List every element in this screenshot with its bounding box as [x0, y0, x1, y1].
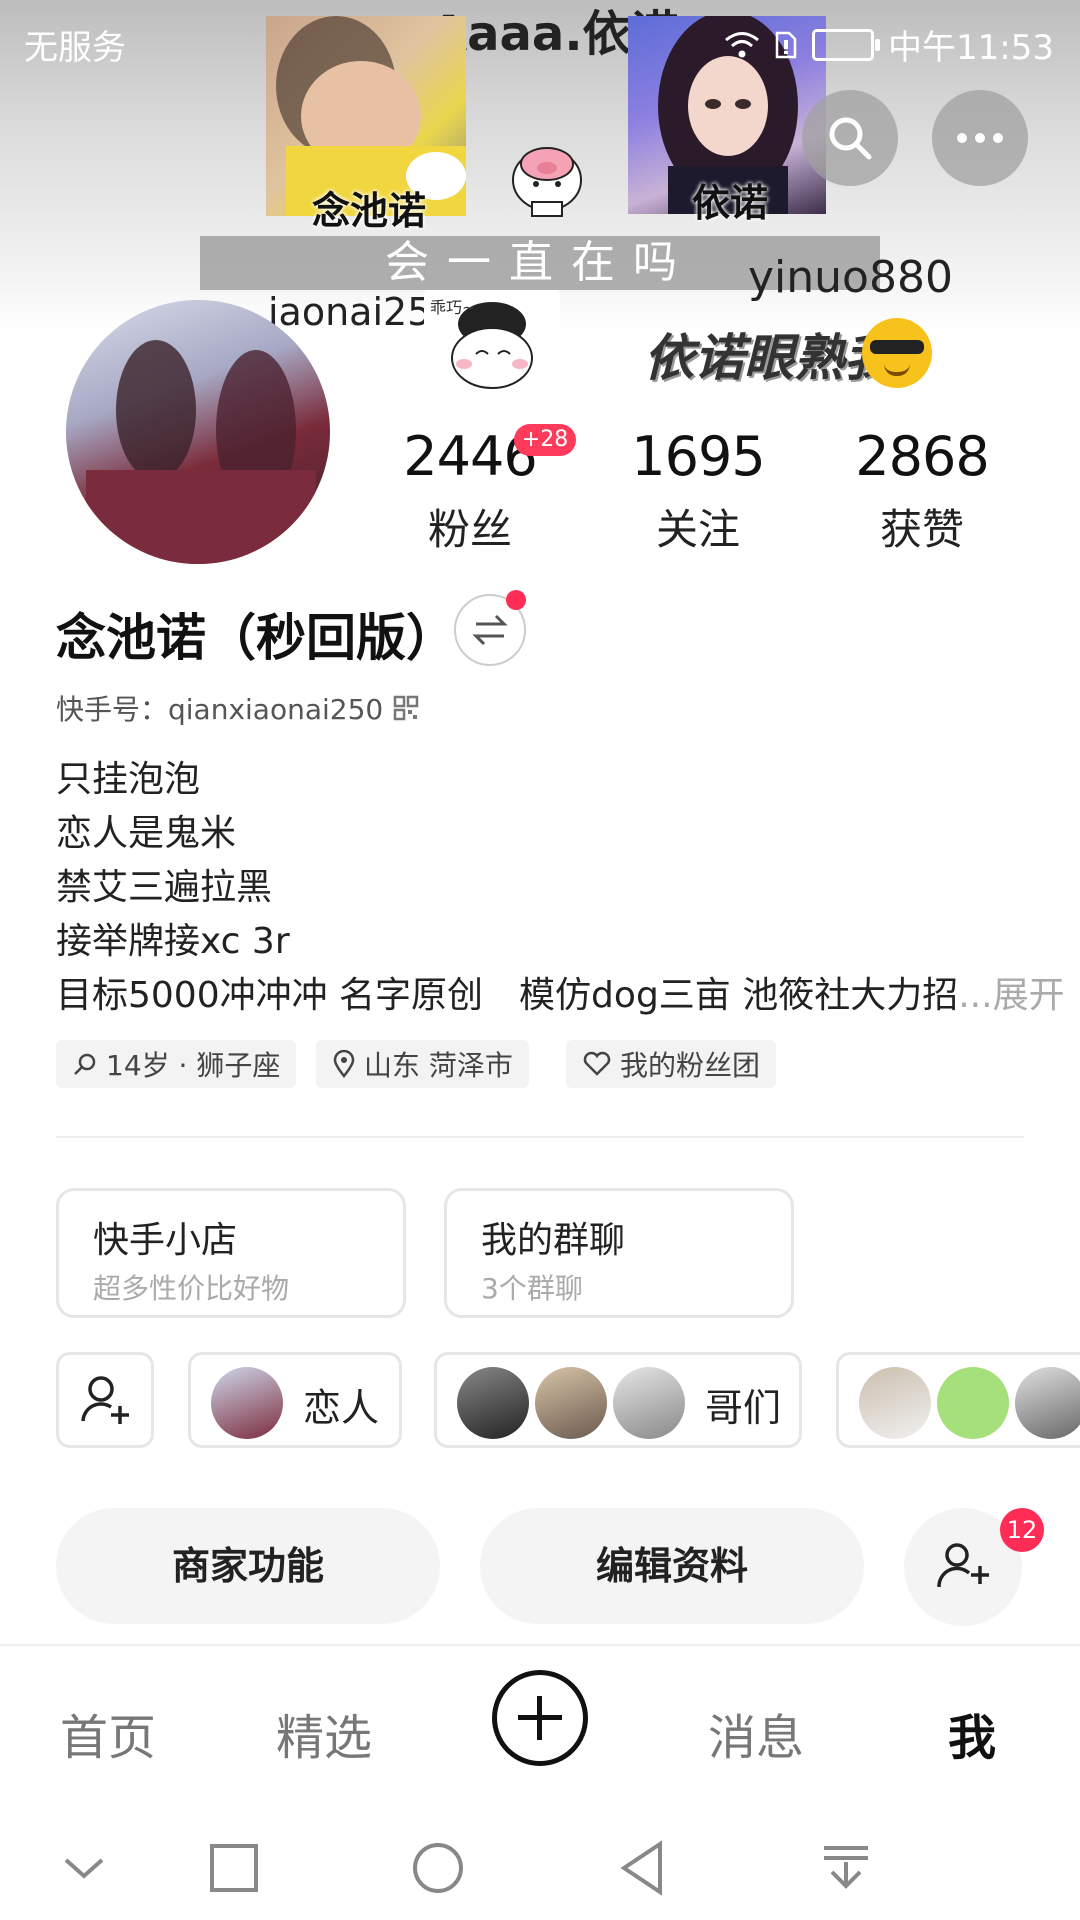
- relation-chip-lover[interactable]: 恋人: [188, 1352, 402, 1448]
- relation-chip-label: 恋人: [303, 1386, 380, 1430]
- avatar: [457, 1367, 529, 1439]
- banner-handle-text: yinuo880: [748, 252, 953, 303]
- bio-line: 接举牌接xc 3r: [56, 921, 290, 962]
- more-dots-icon: [957, 133, 1003, 143]
- tab-messages[interactable]: 消息: [708, 1698, 804, 1768]
- qr-code-icon[interactable]: [393, 695, 419, 721]
- bio-line-last: 目标5000冲冲冲 名字原创 模仿dog三亩 池筱社大力招...展开: [56, 966, 1065, 1018]
- clock-text: 中午11:53: [888, 28, 1054, 68]
- sticker-text: 乖巧~: [430, 298, 476, 317]
- group-chat-card[interactable]: 我的群聊 3个群聊: [444, 1188, 794, 1318]
- stat-following[interactable]: 1695 关注: [618, 425, 778, 557]
- kuaishou-id-text: 快手号：qianxiaonai250: [56, 693, 384, 726]
- following-label: 关注: [655, 505, 740, 554]
- carrier-text: 无服务: [24, 28, 126, 68]
- avatar: [613, 1367, 685, 1439]
- avatar-photo: [86, 340, 316, 564]
- bio-line: 禁艾三遍拉黑: [56, 867, 273, 908]
- recent-apps-icon[interactable]: [194, 1828, 274, 1908]
- banner-left-caption: 念池诺: [312, 189, 427, 233]
- gender-icon: [74, 1053, 96, 1075]
- bio-expand-link[interactable]: ...展开: [958, 975, 1064, 1016]
- relation-chip-buddies[interactable]: 哥们: [434, 1352, 802, 1448]
- tab-featured[interactable]: 精选: [276, 1698, 372, 1768]
- heart-icon: [583, 1051, 611, 1076]
- relation-chip-label: 哥们: [705, 1386, 782, 1430]
- stat-likes[interactable]: 2868 获赞: [842, 425, 1002, 557]
- kuaishou-id-row[interactable]: 快手号：qianxiaonai250: [56, 688, 419, 728]
- avatar: [859, 1367, 931, 1439]
- tag-location[interactable]: 山东 菏泽市: [316, 1040, 529, 1088]
- following-count: 1695: [631, 425, 765, 488]
- section-divider: [56, 1136, 1024, 1138]
- shop-card-title: 快手小店: [93, 1220, 238, 1261]
- create-post-button[interactable]: [492, 1670, 588, 1766]
- search-button[interactable]: [802, 90, 898, 186]
- notification-pulldown-icon[interactable]: [806, 1828, 886, 1908]
- sticker-image: 乖巧~: [424, 290, 560, 390]
- search-icon: [829, 117, 872, 160]
- add-user-icon: [81, 1376, 129, 1424]
- group-chat-card-title: 我的群聊: [481, 1220, 626, 1261]
- status-bar: 无服务 中午11:53: [0, 0, 1080, 80]
- tab-home[interactable]: 首页: [60, 1698, 156, 1768]
- home-circle-icon[interactable]: [398, 1828, 478, 1908]
- avatar: [1015, 1367, 1080, 1439]
- tag-age-zodiac-label: 14岁 · 狮子座: [106, 1049, 281, 1082]
- bio-line: 恋人是鬼米: [56, 813, 237, 854]
- likes-count: 2868: [855, 425, 989, 488]
- battery-icon: [812, 28, 881, 61]
- add-relation-button[interactable]: [56, 1352, 154, 1448]
- system-nav-bar: [0, 1810, 1080, 1920]
- bio-line: 只挂泡泡: [56, 759, 201, 800]
- tag-fan-club-label: 我的粉丝团: [620, 1049, 761, 1082]
- relation-chip-more[interactable]: [836, 1352, 1080, 1448]
- likes-label: 获赞: [879, 505, 964, 554]
- tag-fan-club[interactable]: 我的粉丝团: [566, 1040, 777, 1088]
- more-button[interactable]: [932, 90, 1028, 186]
- banner-slogan-text: 依诺眼熟我: [644, 329, 894, 387]
- add-user-icon: [937, 1543, 989, 1588]
- banner-right-caption: 依诺: [692, 181, 769, 225]
- back-triangle-icon[interactable]: [602, 1828, 682, 1908]
- tab-me[interactable]: 我: [948, 1698, 996, 1768]
- avatar: [937, 1367, 1009, 1439]
- fans-delta-badge: +28: [514, 424, 576, 456]
- tag-age-zodiac[interactable]: 14岁 · 狮子座: [56, 1040, 297, 1088]
- tag-location-label: 山东 菏泽市: [364, 1049, 513, 1082]
- chevron-down-icon[interactable]: [44, 1828, 124, 1908]
- shop-card[interactable]: 快手小店 超多性价比好物: [56, 1188, 406, 1318]
- sim-card-icon: [775, 31, 797, 58]
- avatar: [535, 1367, 607, 1439]
- avatar[interactable]: [66, 300, 330, 564]
- add-friend-count-badge: 12: [1000, 1508, 1044, 1552]
- sunglasses-emoji-icon: [862, 318, 932, 388]
- profile-name: 念池诺（秒回版）: [56, 609, 456, 667]
- edit-profile-button[interactable]: 编辑资料: [480, 1508, 864, 1624]
- location-pin-icon: [333, 1050, 355, 1078]
- wifi-icon: [725, 31, 759, 57]
- group-chat-card-subtitle: 3个群聊: [481, 1272, 583, 1305]
- bio-line-text: 目标5000冲冲冲 名字原创 模仿dog三亩 池筱社大力招: [56, 975, 959, 1016]
- merchant-functions-button[interactable]: 商家功能: [56, 1508, 440, 1624]
- avatar: [211, 1367, 283, 1439]
- status-icons: 中午11:53: [724, 20, 1054, 69]
- pig-sticker-icon: [512, 147, 582, 217]
- notification-dot: [506, 590, 526, 610]
- fans-label: 粉丝: [427, 505, 512, 554]
- shop-card-subtitle: 超多性价比好物: [93, 1272, 290, 1305]
